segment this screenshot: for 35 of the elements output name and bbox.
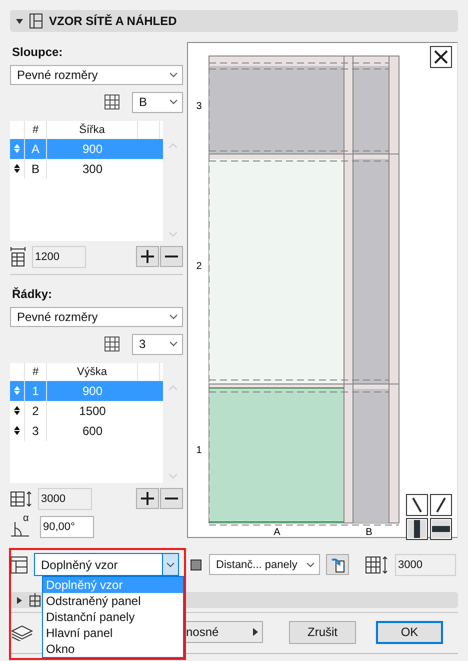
column-label: A [274, 527, 280, 535]
total-field: 3000 [38, 488, 92, 510]
table-cell-text: 600 [81, 422, 104, 440]
mode-dropdown[interactable]: Pevné rozměry [10, 65, 183, 85]
table-cell: A [25, 138, 47, 159]
total-field: 1200 [32, 246, 86, 268]
ok-button[interactable]: OK [376, 620, 443, 644]
table-cell-text: 900 [81, 382, 104, 400]
row-label: 1 [196, 445, 202, 456]
pattern-dropdown[interactable]: Doplněný vzor [34, 553, 179, 576]
table-cell: 2 [25, 400, 47, 421]
panel-type-dropdown[interactable]: Distanč... panely [209, 554, 320, 575]
table-cell: 1 [25, 380, 47, 401]
table-row[interactable]: B 300 [10, 158, 163, 179]
table-cell-text: 1500 [78, 402, 107, 420]
row-label: 3 [196, 101, 202, 112]
section-title: VZOR SÍTĚ A NÁHLED [49, 14, 177, 28]
row-label: 2 [196, 261, 202, 272]
table-cell-text: 300 [81, 160, 104, 178]
table-cell: B [25, 158, 47, 179]
table-cell: 3 [25, 420, 47, 441]
column-label: B [366, 527, 372, 535]
table-cell-text: 900 [81, 140, 104, 158]
section-label: Řádky: [12, 287, 54, 302]
mode-dropdown[interactable]: Pevné rozměry [10, 307, 183, 327]
angle-field[interactable]: 90,00° [40, 516, 94, 538]
angle-symbol: α [23, 514, 29, 524]
count-dropdown[interactable]: 3 [132, 334, 183, 355]
count-dropdown[interactable]: B [132, 92, 183, 113]
table-row[interactable]: 2 1500 [10, 400, 163, 421]
section-label: Sloupce: [12, 45, 64, 59]
table-row[interactable]: 3 600 [10, 420, 163, 441]
section-header[interactable]: VZOR SÍTĚ A NÁHLED [10, 10, 458, 32]
height-field: 3000 [395, 554, 456, 576]
cancel-button[interactable]: Zrušit [289, 620, 356, 644]
